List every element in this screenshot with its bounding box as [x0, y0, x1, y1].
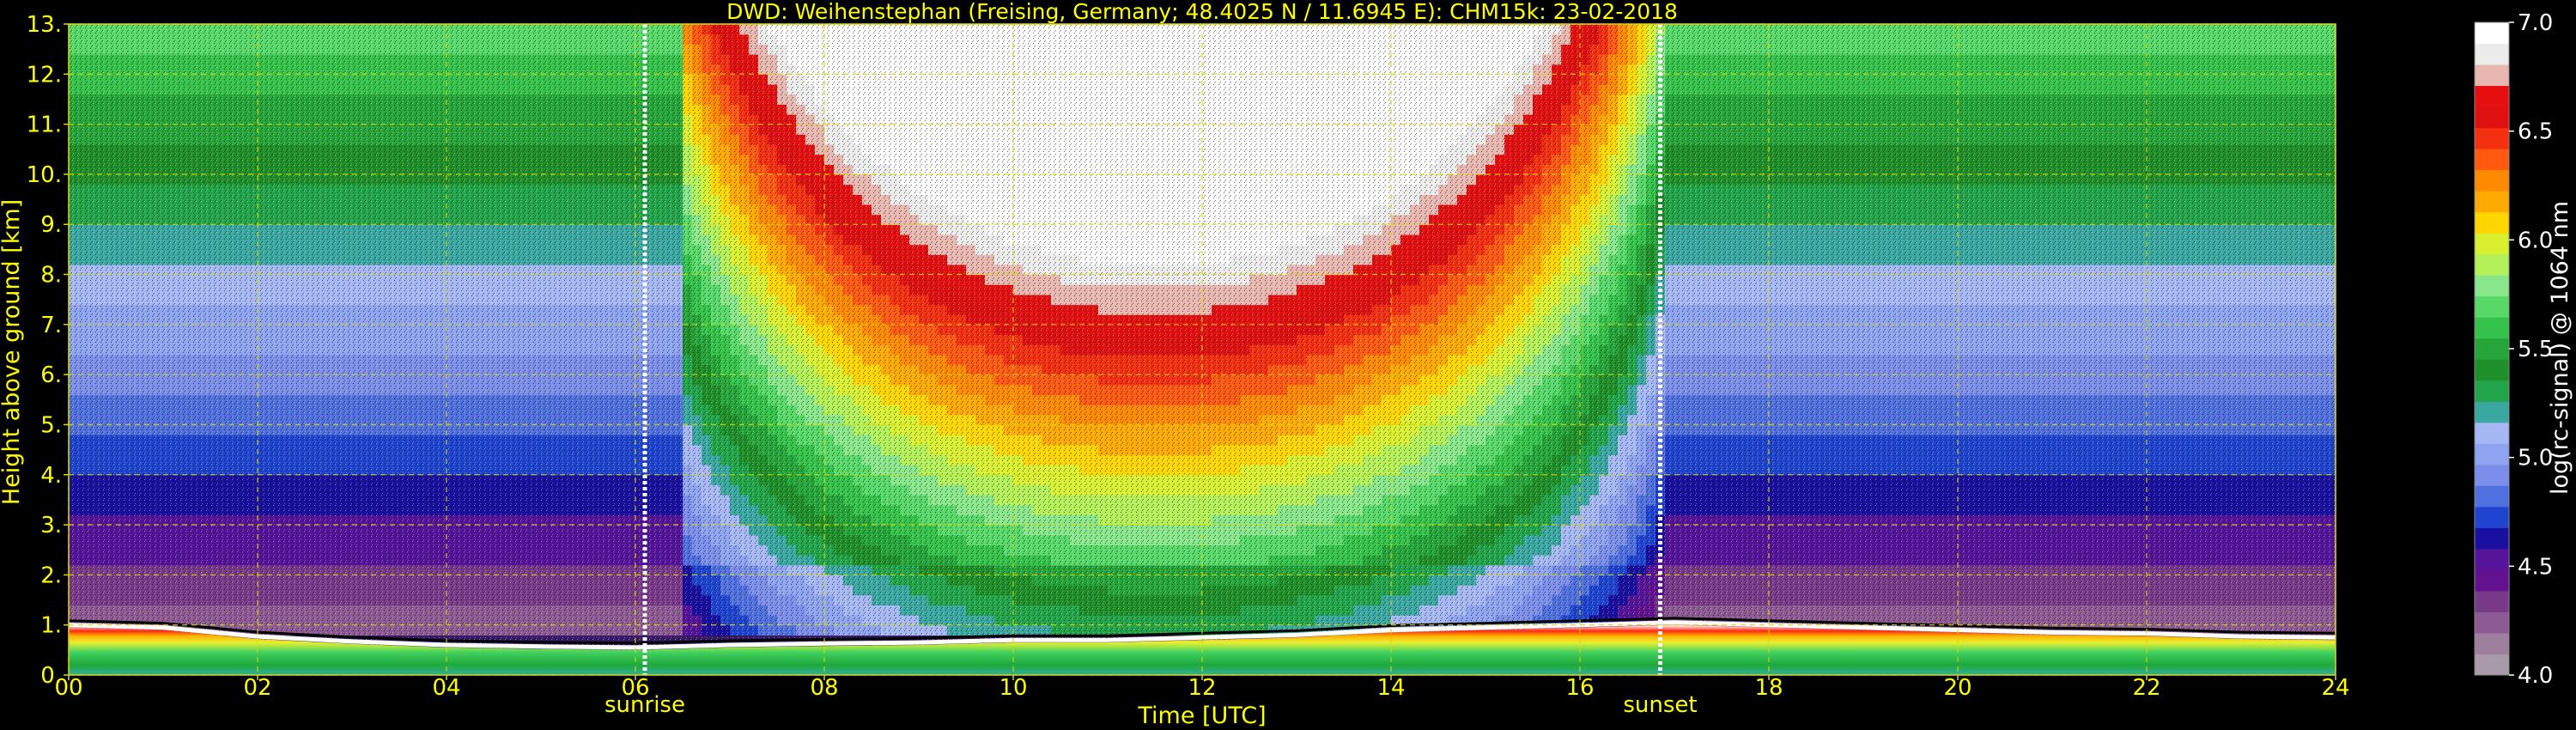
- ceilometer-chart: 0.1.2.3.4.5.6.7.8.9.10.11.12.13. 00 02 04 0…: [0, 0, 2573, 729]
